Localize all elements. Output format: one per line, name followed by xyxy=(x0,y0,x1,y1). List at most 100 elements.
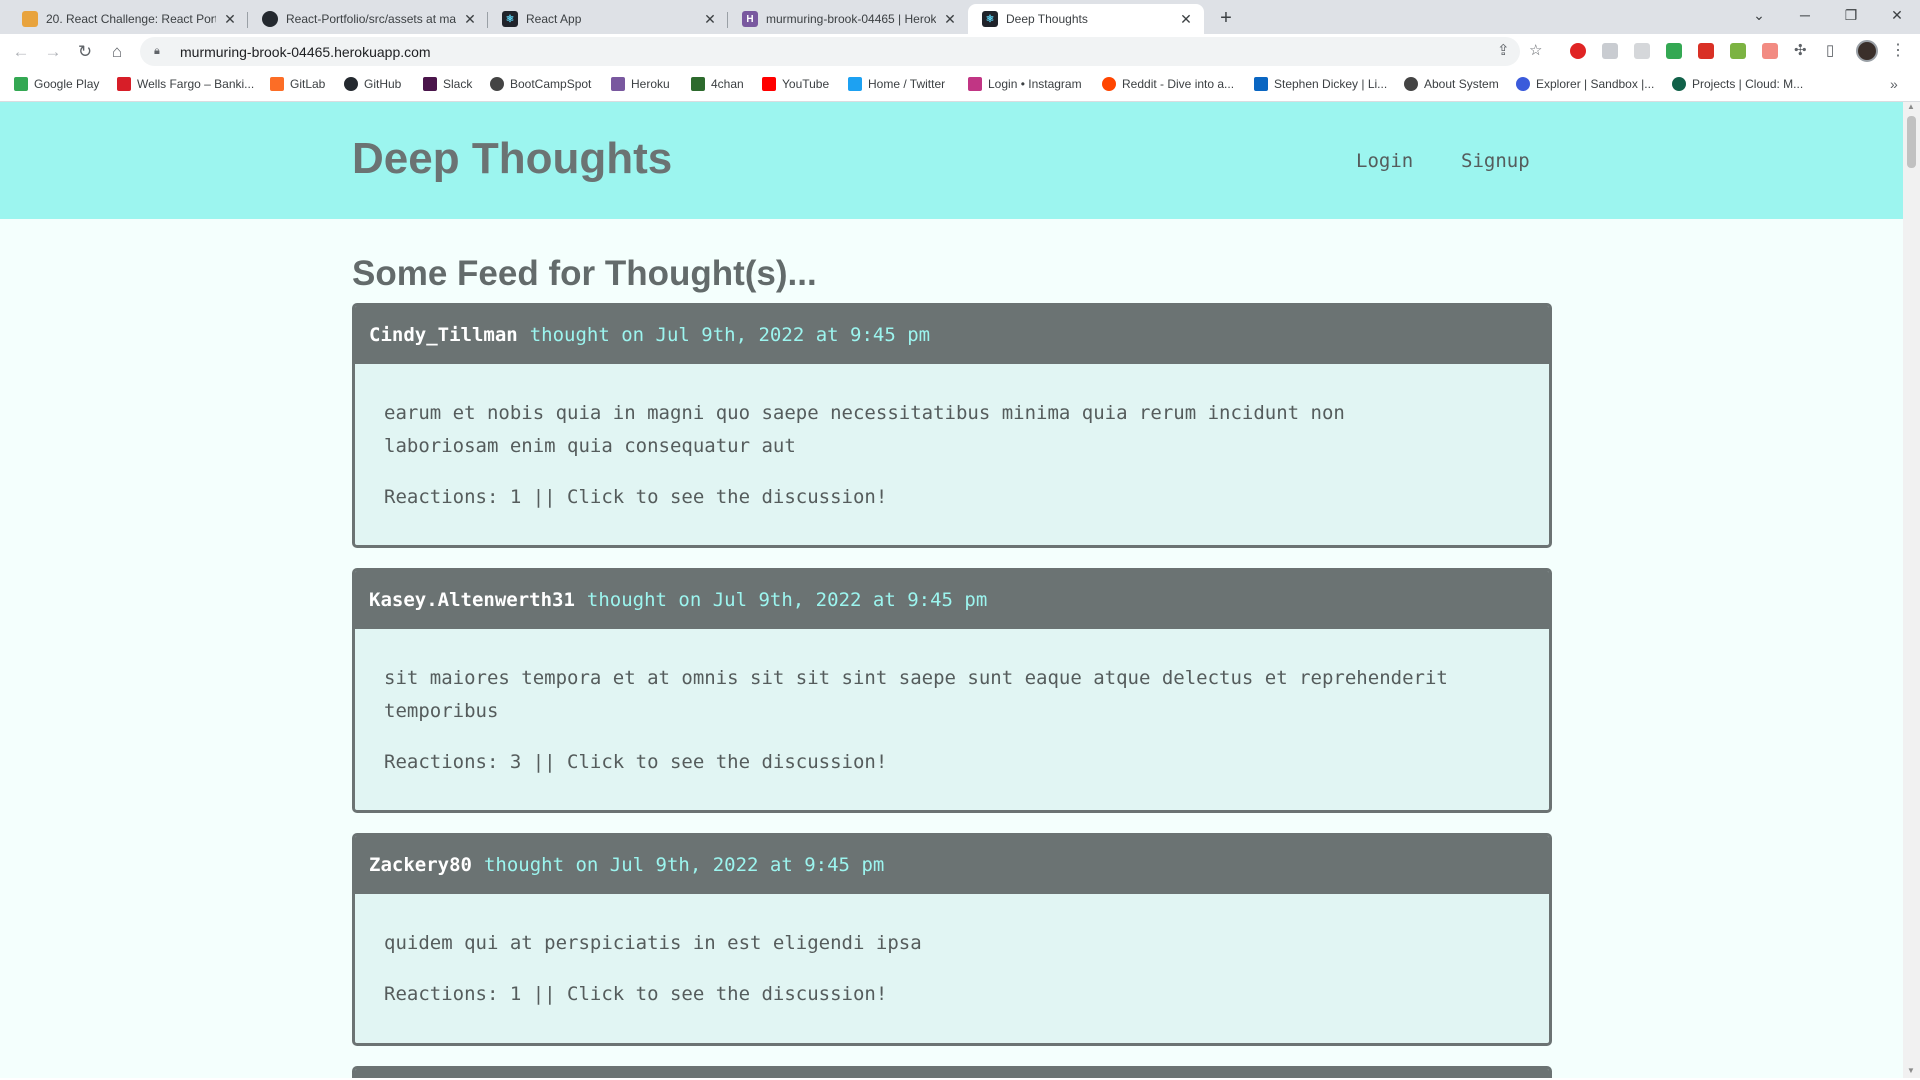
extension-icon[interactable] xyxy=(1762,43,1778,59)
thought-card: Kasey.Altenwerth31 thought on Jul 9th, 2… xyxy=(352,568,1552,813)
thought-card-header xyxy=(355,1069,1549,1078)
share-icon[interactable]: ⇪ xyxy=(1497,41,1510,59)
tab-search-chevron-icon[interactable]: ⌄ xyxy=(1736,0,1782,30)
extension-icon[interactable] xyxy=(1602,43,1618,59)
browser-tab[interactable]: H murmuring-brook-04465 | Heroku ✕ xyxy=(728,4,968,34)
thought-card: Zackery80 thought on Jul 9th, 2022 at 9:… xyxy=(352,833,1552,1046)
bookmarks-overflow-icon[interactable]: » xyxy=(1890,76,1898,92)
extension-icon[interactable] xyxy=(1698,43,1714,59)
bookmark-item[interactable]: 4chan xyxy=(691,77,744,91)
page-viewport: Deep Thoughts Login Signup Some Feed for… xyxy=(0,102,1903,1078)
extension-icon[interactable] xyxy=(1570,43,1586,59)
gitlab-icon xyxy=(270,77,284,91)
browser-toolbar: ← → ↻ ⌂ 🔒︎ murmuring-brook-04465.herokua… xyxy=(0,34,1920,70)
browser-tab[interactable]: ⚛ React App ✕ xyxy=(488,4,728,34)
bookmark-item[interactable]: YouTube xyxy=(762,77,829,91)
extension-icon[interactable] xyxy=(1634,43,1650,59)
scroll-up-arrow-icon[interactable]: ▲ xyxy=(1907,102,1915,111)
tab-close-icon[interactable]: ✕ xyxy=(942,11,958,28)
bookmark-item[interactable]: Slack xyxy=(423,77,472,91)
thought-text-line: quidem qui at perspiciatis in est eligen… xyxy=(384,932,922,954)
bookmark-label: Projects | Cloud: M... xyxy=(1692,77,1804,91)
restore-icon[interactable]: ❐ xyxy=(1828,0,1874,30)
bookmark-item[interactable]: GitLab xyxy=(270,77,325,91)
thought-reactions-link[interactable]: Reactions: 1 || Click to see the discuss… xyxy=(384,982,1521,1006)
extension-icon[interactable] xyxy=(1730,43,1746,59)
bookmark-item[interactable]: Heroku xyxy=(611,77,670,91)
tab-title: 20. React Challenge: React Portfolio xyxy=(46,12,216,26)
close-window-icon[interactable]: ✕ xyxy=(1874,0,1920,30)
tab-title: React App xyxy=(526,12,582,26)
new-tab-button[interactable]: + xyxy=(1212,4,1240,32)
address-bar[interactable]: 🔒︎ murmuring-brook-04465.herokuapp.com xyxy=(140,37,1520,66)
thought-meta: thought on Jul 9th, 2022 at 9:45 pm xyxy=(483,854,885,876)
youtube-icon xyxy=(762,77,776,91)
thought-reactions-link[interactable]: Reactions: 3 || Click to see the discuss… xyxy=(384,750,1521,774)
browser-tab-active[interactable]: ⚛ Deep Thoughts ✕ xyxy=(968,4,1204,34)
bookmark-label: GitLab xyxy=(290,77,326,91)
tab-title: Deep Thoughts xyxy=(1006,12,1088,26)
profile-avatar[interactable] xyxy=(1856,40,1878,62)
thought-text-line: laboriosam enim quia consequatur aut xyxy=(384,435,796,457)
bookmark-item[interactable]: GitHub xyxy=(344,77,401,91)
tab-close-icon[interactable]: ✕ xyxy=(462,11,478,28)
back-arrow-icon[interactable]: ← xyxy=(8,39,34,65)
github-favicon-icon xyxy=(262,11,278,27)
bookmark-label: Heroku xyxy=(631,77,670,91)
thought-username-link[interactable]: Cindy_Tillman xyxy=(369,324,518,346)
bookmark-label: Reddit - Dive into a... xyxy=(1122,77,1235,91)
browser-tab[interactable]: React-Portfolio/src/assets at main ✕ xyxy=(248,4,488,34)
scrollbar-thumb[interactable] xyxy=(1907,116,1916,168)
bookmarks-bar: Google Play Wells Fargo – Banki... GitLa… xyxy=(0,70,1920,102)
tab-close-icon[interactable]: ✕ xyxy=(702,11,718,28)
feed-title: Some Feed for Thought(s)... xyxy=(352,254,817,293)
home-icon[interactable]: ⌂ xyxy=(104,39,130,65)
bookmark-item[interactable]: About System xyxy=(1404,77,1499,91)
signup-link[interactable]: Signup xyxy=(1461,150,1530,172)
thought-card-body[interactable]: earum et nobis quia in magni quo saepe n… xyxy=(355,364,1549,509)
scroll-down-arrow-icon[interactable]: ▼ xyxy=(1907,1066,1915,1075)
thought-card-body[interactable]: sit maiores tempora et at omnis sit sit … xyxy=(355,629,1549,774)
minimize-icon[interactable]: ─ xyxy=(1782,0,1828,30)
puzzle-extensions-icon[interactable]: ✣ xyxy=(1794,41,1807,59)
thought-username-link[interactable]: Kasey.Altenwerth31 xyxy=(369,589,575,611)
react-favicon-icon: ⚛ xyxy=(982,11,998,27)
login-link[interactable]: Login xyxy=(1356,150,1413,172)
side-panel-icon[interactable]: ▯ xyxy=(1826,41,1834,59)
bookmark-item[interactable]: Google Play xyxy=(14,77,99,91)
slack-icon xyxy=(423,77,437,91)
reload-icon[interactable]: ↻ xyxy=(72,39,98,65)
react-favicon-icon: ⚛ xyxy=(502,11,518,27)
globe-icon xyxy=(1404,77,1418,91)
address-url[interactable]: murmuring-brook-04465.herokuapp.com xyxy=(180,44,431,60)
browser-tab[interactable]: 20. React Challenge: React Portfolio ✕ xyxy=(8,4,248,34)
bookmark-item[interactable]: Projects | Cloud: M... xyxy=(1672,77,1803,91)
thought-card-partial xyxy=(352,1066,1552,1078)
tab-close-icon[interactable]: ✕ xyxy=(222,11,238,28)
instagram-icon xyxy=(968,77,982,91)
thought-username-link[interactable]: Zackery80 xyxy=(369,854,472,876)
thought-card-body[interactable]: quidem qui at perspiciatis in est eligen… xyxy=(355,894,1549,1006)
bookmark-star-icon[interactable]: ☆ xyxy=(1529,41,1542,59)
drive-extension-icon[interactable] xyxy=(1666,43,1682,59)
bookmark-label: GitHub xyxy=(364,77,402,91)
forward-arrow-icon[interactable]: → xyxy=(40,39,66,65)
thought-reactions-link[interactable]: Reactions: 1 || Click to see the discuss… xyxy=(384,485,1521,509)
browser-menu-icon[interactable]: ⋮ xyxy=(1890,40,1906,60)
bookmark-label: Explorer | Sandbox |... xyxy=(1536,77,1655,91)
bookmark-item[interactable]: Stephen Dickey | Li... xyxy=(1254,77,1387,91)
site-header: Deep Thoughts Login Signup xyxy=(0,102,1903,219)
tab-close-icon[interactable]: ✕ xyxy=(1178,11,1194,28)
bookmark-item[interactable]: BootCampSpot xyxy=(490,77,591,91)
page-scrollbar[interactable]: ▲ ▼ xyxy=(1903,102,1920,1078)
bookmark-item[interactable]: Reddit - Dive into a... xyxy=(1102,77,1234,91)
bookmark-item[interactable]: Explorer | Sandbox |... xyxy=(1516,77,1654,91)
thought-card-header: Kasey.Altenwerth31 thought on Jul 9th, 2… xyxy=(355,571,1549,629)
thought-meta: thought on Jul 9th, 2022 at 9:45 pm xyxy=(586,589,988,611)
bookmark-label: YouTube xyxy=(782,77,830,91)
bookmark-item[interactable]: Wells Fargo – Banki... xyxy=(117,77,254,91)
bookmark-label: Wells Fargo – Banki... xyxy=(137,77,255,91)
site-brand-link[interactable]: Deep Thoughts xyxy=(352,134,672,184)
bookmark-item[interactable]: Home / Twitter xyxy=(848,77,945,91)
bookmark-item[interactable]: Login • Instagram xyxy=(968,77,1082,91)
